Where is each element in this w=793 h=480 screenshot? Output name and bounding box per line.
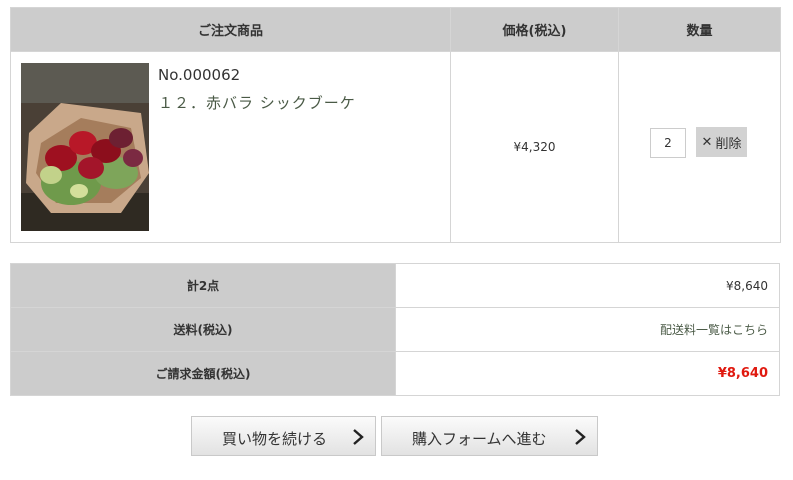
chevron-right-icon xyxy=(575,429,586,445)
close-icon: ✕ xyxy=(701,134,713,150)
total-value: ¥8,640 xyxy=(395,351,780,396)
shipping-label: 送料(税込) xyxy=(10,307,396,352)
cart-table: ご注文商品 価格(税込) 数量 No.000062 １２．赤バラ シックブーケ … xyxy=(10,7,781,243)
purchase-form-button[interactable]: 購入フォームへ進む xyxy=(381,416,598,456)
product-name-link[interactable]: １２．赤バラ シックブーケ xyxy=(158,92,356,113)
header-product: ご注文商品 xyxy=(10,7,451,52)
count-value: ¥8,640 xyxy=(395,263,780,308)
cart-header-row: ご注文商品 価格(税込) 数量 xyxy=(10,7,781,52)
total-label: ご請求金額(税込) xyxy=(10,351,396,396)
count-label: 計2点 xyxy=(10,263,396,308)
quantity-input[interactable] xyxy=(650,128,686,158)
continue-shopping-label: 買い物を続ける xyxy=(222,431,328,448)
cart-item-row: No.000062 １２．赤バラ シックブーケ ¥4,320 ✕ 削除 xyxy=(10,51,781,243)
summary-total-row: ご請求金額(税込) ¥8,640 xyxy=(10,351,780,396)
product-number: No.000062 xyxy=(158,66,241,84)
summary-count-row: 計2点 ¥8,640 xyxy=(10,263,780,308)
shipping-list-link[interactable]: 配送料一覧はこちら xyxy=(395,307,780,352)
product-price: ¥4,320 xyxy=(450,51,619,243)
product-cell: No.000062 １２．赤バラ シックブーケ xyxy=(10,51,451,243)
delete-button[interactable]: ✕ 削除 xyxy=(696,127,747,157)
quantity-cell: ✕ 削除 xyxy=(618,51,781,243)
chevron-right-icon xyxy=(353,429,364,445)
header-quantity: 数量 xyxy=(618,7,781,52)
summary-shipping-row: 送料(税込) 配送料一覧はこちら xyxy=(10,307,780,352)
continue-shopping-button[interactable]: 買い物を続ける xyxy=(191,416,376,456)
delete-label: 削除 xyxy=(715,136,742,152)
bouquet-photo xyxy=(21,63,149,231)
product-image[interactable] xyxy=(21,63,149,231)
header-price: 価格(税込) xyxy=(450,7,619,52)
summary-table: 計2点 ¥8,640 送料(税込) 配送料一覧はこちら ご請求金額(税込) ¥8… xyxy=(10,263,780,396)
purchase-form-label: 購入フォームへ進む xyxy=(412,431,547,448)
